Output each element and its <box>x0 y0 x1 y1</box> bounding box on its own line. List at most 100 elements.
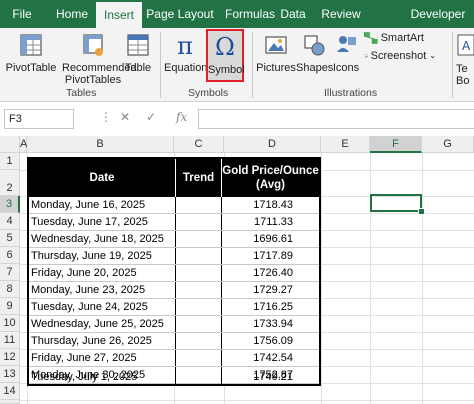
pivottable-label: PivotTable <box>5 62 57 74</box>
date-cell[interactable]: Wednesday, June 25, 2025 <box>29 316 176 333</box>
price-cell[interactable]: 1711.33 <box>222 214 319 231</box>
recommended-pivottables-button[interactable]: Recommended PivotTables <box>62 32 137 86</box>
omega-icon: Ω <box>215 33 235 59</box>
trend-cell[interactable] <box>176 282 222 299</box>
row-header[interactable]: 4 <box>0 213 20 230</box>
pivottable-button[interactable]: PivotTable <box>4 32 58 74</box>
row-header[interactable]: 10 <box>0 315 20 332</box>
equation-button[interactable]: π Equation <box>164 32 207 74</box>
row-header[interactable]: 9 <box>0 298 20 315</box>
row-header[interactable]: 15 <box>0 400 20 404</box>
price-cell[interactable]: 1742.54 <box>222 350 319 367</box>
price-cell[interactable]: 1749.21 <box>222 370 319 384</box>
row-header[interactable]: 12 <box>0 349 20 366</box>
symbol-label: Symbol <box>208 64 245 76</box>
trend-cell[interactable] <box>176 370 222 384</box>
icons-icon <box>337 36 356 52</box>
formula-input[interactable] <box>198 109 474 129</box>
column-header-g[interactable]: G <box>422 136 474 153</box>
screenshot-label: Screenshot <box>370 50 427 62</box>
tab-insert[interactable]: Insert <box>96 2 142 28</box>
tab-page-layout[interactable]: Page Layout <box>144 0 216 28</box>
price-cell[interactable]: 1717.89 <box>222 248 319 265</box>
trend-cell[interactable] <box>176 350 222 367</box>
header-date[interactable]: Date <box>29 159 176 197</box>
date-cell[interactable]: Thursday, June 19, 2025 <box>29 248 176 265</box>
shapes-button[interactable]: Shapes <box>296 32 333 74</box>
trend-cell[interactable] <box>176 299 222 316</box>
row-header[interactable]: 8 <box>0 281 20 298</box>
fill-handle[interactable] <box>418 208 425 215</box>
date-cell[interactable]: Thursday, June 26, 2025 <box>29 333 176 350</box>
row-header[interactable]: 6 <box>0 247 20 264</box>
tab-home[interactable]: Home <box>48 0 96 28</box>
date-cell[interactable]: Friday, June 20, 2025 <box>29 265 176 282</box>
trend-cell[interactable] <box>176 265 222 282</box>
row-header[interactable]: 11 <box>0 332 20 349</box>
price-cell[interactable]: 1718.43 <box>222 197 319 214</box>
screenshot-button[interactable]: Screenshot ⌄ <box>364 50 436 62</box>
selected-cell-f3[interactable] <box>370 194 422 212</box>
row-header[interactable]: 7 <box>0 264 20 281</box>
trend-cell[interactable] <box>176 231 222 248</box>
column-header-a[interactable]: A <box>20 136 27 153</box>
price-cell[interactable]: 1756.09 <box>222 333 319 350</box>
trend-cell[interactable] <box>176 316 222 333</box>
row-header[interactable]: 3 <box>0 196 20 213</box>
header-price[interactable]: Gold Price/Ounce (Avg) <box>222 159 319 197</box>
header-price-line1: Gold Price/Ounce <box>222 165 319 177</box>
chevron-down-icon: ⌄ <box>429 51 436 60</box>
date-cell[interactable]: Tuesday, June 17, 2025 <box>29 214 176 231</box>
price-cell[interactable]: 1696.61 <box>222 231 319 248</box>
trend-cell[interactable] <box>176 214 222 231</box>
tab-file[interactable]: File <box>2 0 42 28</box>
tables-group-label: Tables <box>66 87 97 99</box>
symbols-group-label: Symbols <box>188 87 229 99</box>
date-cell[interactable]: Wednesday, June 18, 2025 <box>29 231 176 248</box>
header-trend[interactable]: Trend <box>176 159 222 197</box>
shapes-icon <box>304 35 325 56</box>
tab-formulas[interactable]: Formulas <box>218 0 282 28</box>
column-header-d[interactable]: D <box>224 136 321 153</box>
pictures-button[interactable]: Pictures <box>256 32 296 74</box>
formula-bar: F3 ⋮ ✕ ✓ fx <box>0 106 474 132</box>
price-cell[interactable]: 1729.27 <box>222 282 319 299</box>
more-icon[interactable]: ⋮ <box>100 110 112 124</box>
row-header[interactable]: 1 <box>0 153 20 170</box>
price-cell[interactable]: 1726.40 <box>222 265 319 282</box>
tab-developer[interactable]: Developer <box>406 0 470 28</box>
smartart-button[interactable]: SmartArt <box>364 32 424 44</box>
column-header-b[interactable]: B <box>27 136 174 153</box>
cancel-icon[interactable]: ✕ <box>120 110 130 124</box>
date-cell[interactable]: Friday, June 27, 2025 <box>29 350 176 367</box>
row-header[interactable]: 2 <box>0 170 20 196</box>
column-header-e[interactable]: E <box>321 136 370 153</box>
name-box[interactable]: F3 <box>4 109 74 129</box>
row-header[interactable]: 14 <box>0 383 20 400</box>
column-header-c[interactable]: C <box>174 136 224 153</box>
date-cell[interactable]: Tuesday, July 1, 2025 <box>29 370 176 384</box>
trend-cell[interactable] <box>176 248 222 265</box>
gridline <box>20 400 474 401</box>
row-header[interactable]: 5 <box>0 230 20 247</box>
tab-data[interactable]: Data <box>278 0 308 28</box>
price-cell[interactable]: 1716.25 <box>222 299 319 316</box>
tab-review[interactable]: Review <box>318 0 364 28</box>
enter-icon[interactable]: ✓ <box>146 110 156 124</box>
column-header-f[interactable]: F <box>370 136 422 153</box>
textbox-button[interactable]: A Te Bo <box>456 32 474 87</box>
trend-cell[interactable] <box>176 333 222 350</box>
date-cell[interactable]: Tuesday, June 24, 2025 <box>29 299 176 316</box>
price-cell[interactable]: 1733.94 <box>222 316 319 333</box>
row-header[interactable]: 13 <box>0 366 20 383</box>
symbol-button[interactable]: Ω Symbol <box>206 29 245 82</box>
table-button[interactable]: Table <box>124 32 152 74</box>
fx-icon[interactable]: fx <box>176 110 187 124</box>
ribbon-divider <box>452 32 453 98</box>
date-cell[interactable]: Monday, June 23, 2025 <box>29 282 176 299</box>
trend-cell[interactable] <box>176 197 222 214</box>
select-all-corner[interactable] <box>0 136 20 153</box>
icons-button[interactable]: Icons <box>332 32 360 74</box>
pivottable-icon <box>20 34 42 56</box>
date-cell[interactable]: Monday, June 16, 2025 <box>29 197 176 214</box>
